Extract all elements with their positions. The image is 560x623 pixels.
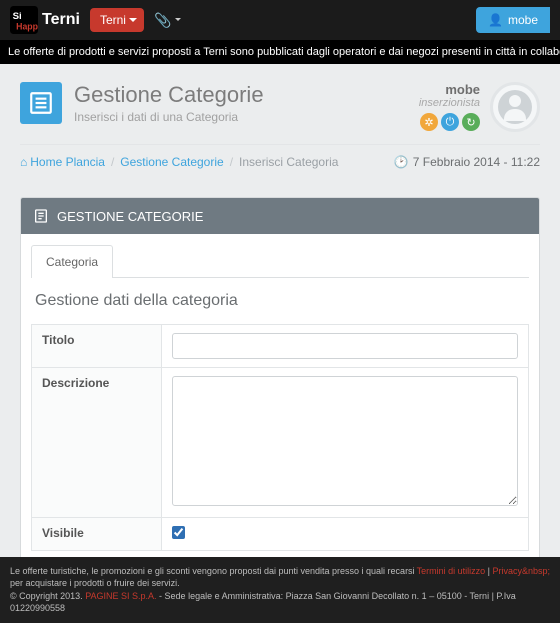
document-icon	[33, 208, 49, 224]
brand-name: Terni	[42, 11, 80, 29]
input-descrizione[interactable]	[172, 376, 518, 506]
city-dropdown[interactable]: Terni	[90, 8, 144, 32]
footer-terms-link[interactable]: Termini di utilizzo	[417, 566, 486, 576]
footer: Termini di utilizzo | Privacy&nbsp; Le o…	[0, 557, 560, 623]
attach-menu[interactable]: 📎	[154, 12, 181, 29]
header-username: mobe	[419, 82, 480, 97]
tab-categoria[interactable]: Categoria	[31, 245, 113, 278]
footer-company-link[interactable]: PAGINE SI S.p.A.	[85, 591, 156, 601]
topbar: SiHappy Terni Terni 📎 👤 mobe	[0, 0, 560, 40]
breadcrumb-section[interactable]: Gestione Categorie	[120, 155, 223, 169]
input-titolo[interactable]	[172, 333, 518, 359]
breadcrumb: ⌂ Home Plancia / Gestione Categorie / In…	[20, 145, 540, 179]
paperclip-icon: 📎	[154, 12, 171, 28]
svg-text:Happy: Happy	[16, 22, 38, 32]
info-strip: Le offerte di prodotti e servizi propost…	[0, 40, 560, 64]
page-subtitle: Inserisci i dati di una Categoria	[74, 110, 264, 124]
user-menu-button[interactable]: 👤 mobe	[476, 7, 550, 33]
page-header: Gestione Categorie Inserisci i dati di u…	[20, 64, 540, 145]
label-titolo: Titolo	[32, 325, 162, 368]
checkbox-visibile[interactable]	[172, 526, 185, 539]
header-user-role: inserzionista	[419, 97, 480, 109]
panel-title: GESTIONE CATEGORIE	[57, 209, 203, 224]
user-menu-label: mobe	[508, 13, 538, 27]
label-descrizione: Descrizione	[32, 368, 162, 518]
logo-icon: SiHappy	[10, 6, 38, 34]
page-title: Gestione Categorie	[74, 82, 264, 108]
power-icon[interactable]: ⏻	[441, 113, 459, 131]
form-table: Titolo Descrizione Visibile	[31, 324, 529, 551]
app-logo[interactable]: SiHappy Terni	[10, 6, 80, 34]
breadcrumb-home[interactable]: ⌂ Home Plancia	[20, 155, 105, 169]
list-icon	[28, 90, 54, 116]
panel-categories: GESTIONE CATEGORIE Categoria Gestione da…	[20, 197, 540, 612]
panel-header: GESTIONE CATEGORIE	[21, 198, 539, 234]
page-header-icon	[20, 82, 62, 124]
form-section-title: Gestione dati della categoria	[35, 292, 525, 310]
gear-icon[interactable]: ✲	[420, 113, 438, 131]
avatar	[490, 82, 540, 132]
user-icon: 👤	[488, 13, 503, 27]
svg-text:Si: Si	[13, 11, 22, 22]
footer-privacy-link[interactable]: Privacy&nbsp;	[492, 566, 550, 576]
user-badges: ✲ ⏻ ↻	[419, 113, 480, 131]
breadcrumb-current: Inserisci Categoria	[239, 155, 338, 169]
label-visibile: Visibile	[32, 518, 162, 551]
refresh-icon[interactable]: ↻	[462, 113, 480, 131]
home-icon: ⌂	[20, 155, 27, 169]
timestamp: 🕑 7 Febbraio 2014 - 11:22	[394, 155, 540, 169]
tabs: Categoria	[31, 244, 529, 278]
clock-icon: 🕑	[394, 155, 409, 169]
city-selected: Terni	[100, 13, 126, 27]
